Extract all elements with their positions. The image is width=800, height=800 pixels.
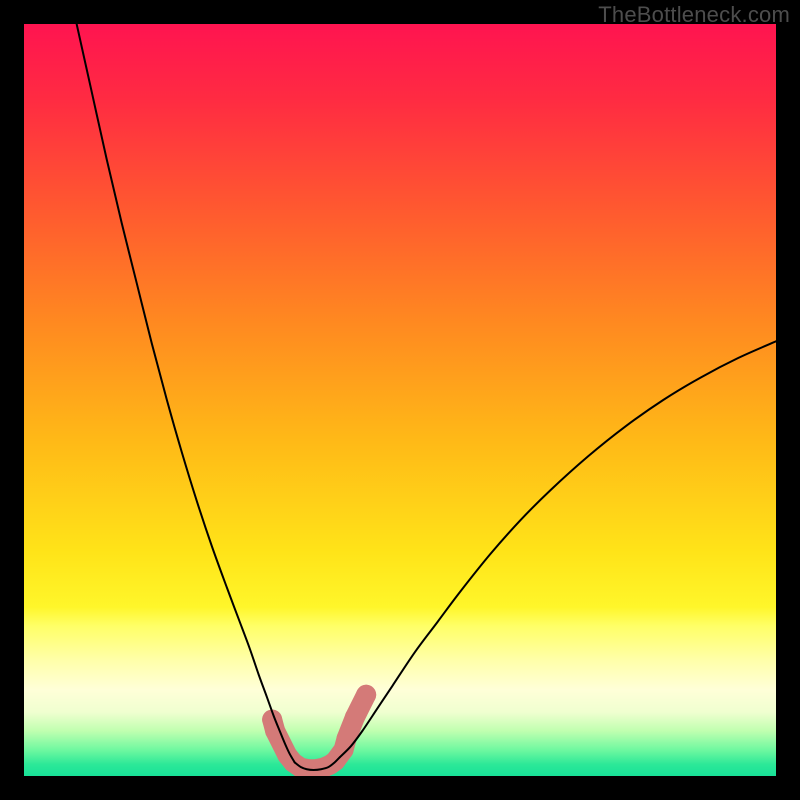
outer-frame: TheBottleneck.com — [0, 0, 800, 800]
watermark-text: TheBottleneck.com — [598, 2, 790, 28]
valley-marker-dot — [345, 707, 365, 727]
valley-marker-dot — [337, 728, 357, 748]
plot-area — [24, 24, 776, 776]
valley-marker-dot — [356, 685, 376, 705]
chart-svg — [24, 24, 776, 776]
